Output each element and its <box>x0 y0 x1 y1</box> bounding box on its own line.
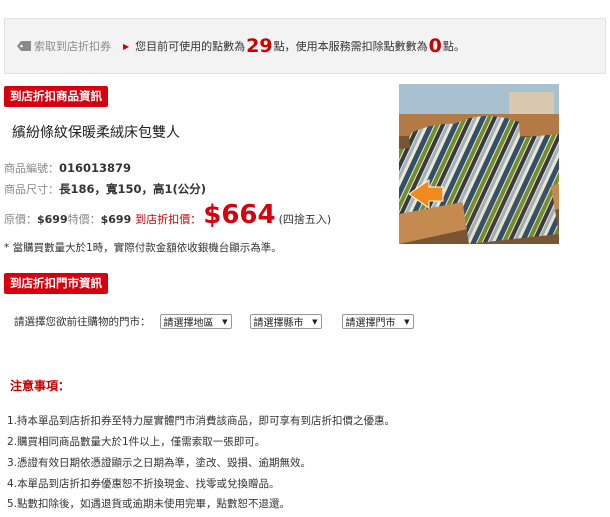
triangle-right-icon: ▶ <box>123 41 130 51</box>
county-select-value: 請選擇縣市 <box>253 318 304 329</box>
product-code-label: 商品編號： <box>4 162 59 175</box>
price-line: 原價： $699 特價： $699 到店折扣價： $664 (四捨五入) <box>4 200 331 230</box>
note-item: 4.本單品到店折扣券優惠恕不折換現金、找零或兌換贈品。 <box>7 478 280 490</box>
store-section-label: 到店折扣門市資訊 <box>4 273 108 294</box>
rounding-note: (四捨五入) <box>278 213 332 226</box>
points-middle: 點，使用本服務需扣除點數數為 <box>273 40 428 53</box>
chevron-down-icon: ▼ <box>222 317 228 326</box>
product-image <box>399 84 559 244</box>
region-select-value: 請選擇地區 <box>163 318 214 329</box>
product-size: 長186，寬150，高1(公分) <box>59 182 207 196</box>
county-select[interactable]: 請選擇縣市 ▼ <box>249 314 322 329</box>
chevron-down-icon: ▼ <box>312 317 318 326</box>
discount-price-label: 到店折扣價： <box>135 213 202 226</box>
product-code-line: 商品編號：016013879 <box>4 160 131 176</box>
product-size-label: 商品尺寸： <box>4 183 59 196</box>
special-price: $699 <box>100 213 132 226</box>
get-coupon-label: 索取到店折扣券 <box>34 40 111 53</box>
special-price-label: 特價： <box>67 213 101 226</box>
product-name: 繽紛條紋保暖柔絨床包雙人 <box>12 125 180 141</box>
points-prefix: 您目前可使用的點數為 <box>135 40 246 53</box>
product-section-label: 到店折扣商品資訊 <box>4 86 108 107</box>
discount-price: $664 <box>203 200 276 230</box>
points-required: 0 <box>428 35 442 57</box>
get-coupon-link[interactable]: 索取到店折扣券 <box>17 38 111 54</box>
orig-price-label: 原價： <box>4 213 37 226</box>
points-info-bar: 索取到店折扣券 ▶ 您目前可使用的點數為 29 點，使用本服務需扣除點數數為 0… <box>4 18 606 74</box>
notes-title: 注意事項： <box>10 379 71 393</box>
region-select[interactable]: 請選擇地區 ▼ <box>159 314 232 329</box>
store-select-row: 請選擇您欲前往購物的門市： 請選擇地區 ▼ 請選擇縣市 ▼ 請選擇門市 ▼ <box>14 314 414 329</box>
points-suffix: 點。 <box>442 40 465 53</box>
tag-icon <box>17 41 31 51</box>
product-code: 016013879 <box>59 161 132 175</box>
quantity-note: * 當購買數量大於1時，實際付款金額依收銀機台顯示為準。 <box>4 242 282 254</box>
note-item: 1.持本單品到店折扣券至特力屋實體門市消費該商品，即可享有到店折扣價之優惠。 <box>7 415 396 427</box>
store-select[interactable]: 請選擇門市 ▼ <box>341 314 414 329</box>
orig-price: $699 <box>37 213 68 226</box>
points-available: 29 <box>246 35 273 57</box>
note-item: 3.憑證有效日期依憑證顯示之日期為準，塗改、毀損、逾期無效。 <box>7 457 312 469</box>
store-select-value: 請選擇門市 <box>345 318 396 329</box>
product-size-line: 商品尺寸：長186，寬150，高1(公分) <box>4 181 206 197</box>
store-select-prompt: 請選擇您欲前往購物的門市： <box>14 316 151 328</box>
note-item: 2.購買相同商品數量大於1件以上，僅需索取一張即可。 <box>7 436 266 448</box>
chevron-down-icon: ▼ <box>404 317 410 326</box>
note-item: 5.點數扣除後，如遇退貨或逾期未使用完畢，點數恕不退還。 <box>7 498 291 510</box>
